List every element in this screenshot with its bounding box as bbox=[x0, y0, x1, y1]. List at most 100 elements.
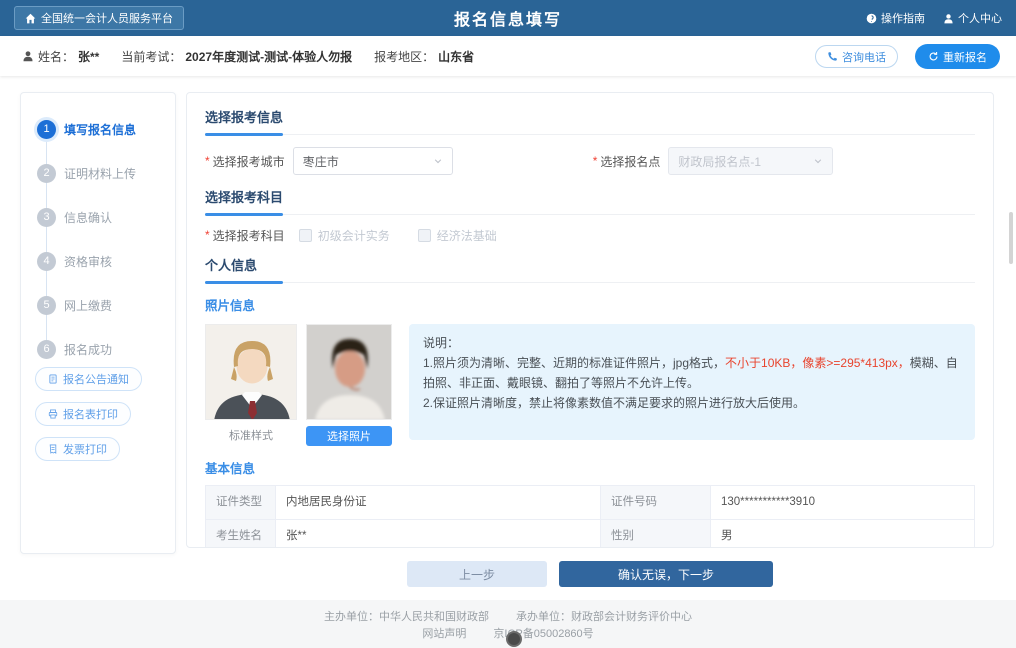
section-exam-info-title: 选择报考信息 bbox=[205, 107, 975, 135]
basic-info-table: 证件类型 内地居民身份证 证件号码 130***********3910 考生姓… bbox=[205, 485, 975, 548]
sample-photo-caption: 标准样式 bbox=[205, 427, 297, 443]
exam-location-row: * 选择报考城市 枣庄市 * 选择报名点 财政局报名点-1 bbox=[205, 147, 975, 175]
subject-checkbox-practice[interactable]: 初级会计实务 bbox=[299, 227, 390, 244]
step-number: 6 bbox=[37, 340, 56, 359]
previous-step-button[interactable]: 上一步 bbox=[407, 561, 547, 587]
chevron-down-icon bbox=[813, 156, 823, 166]
user-photo bbox=[306, 324, 392, 420]
re-register-label: 重新报名 bbox=[943, 49, 987, 65]
table-label: 考生姓名 bbox=[206, 520, 276, 548]
site-statement-link[interactable]: 网站声明 bbox=[422, 628, 466, 640]
step-confirm-info[interactable]: 3 信息确认 bbox=[37, 195, 136, 239]
subject-checkbox-economic-law[interactable]: 经济法基础 bbox=[418, 227, 497, 244]
step-list: 1 填写报名信息 2 证明材料上传 3 信息确认 4 资格审核 5 网上缴费 6… bbox=[37, 107, 136, 371]
name-label: 姓名： bbox=[38, 48, 74, 65]
footer-orgs: 主办单位：中华人民共和国财政部 承办单位：财政部会计财务评价中心 bbox=[0, 609, 1016, 626]
guide-link[interactable]: 操作指南 bbox=[866, 10, 925, 26]
receipt-icon bbox=[48, 444, 58, 454]
site-label: 选择报名点 bbox=[600, 153, 660, 170]
consult-phone-label: 咨询电话 bbox=[842, 49, 886, 65]
confirm-next-button[interactable]: 确认无误，下一步 bbox=[559, 561, 773, 587]
user-info-bar: 姓名：张** 当前考试：2027年度测试-测试-体验人勿报 报考地区：山东省 咨… bbox=[0, 36, 1016, 76]
exam-label: 当前考试： bbox=[121, 48, 181, 65]
step-label: 资格审核 bbox=[64, 253, 112, 270]
city-select-value: 枣庄市 bbox=[303, 153, 339, 170]
printer-icon bbox=[48, 409, 58, 419]
photo-note-warning: 不小于10KB，像素>=295*413px， bbox=[725, 356, 910, 370]
photo-note-line1: 1.照片须为清晰、完整、近期的标准证件照片，jpg格式，不小于10KB，像素>=… bbox=[423, 353, 961, 393]
phone-icon bbox=[827, 51, 838, 62]
section-subject-title: 选择报考科目 bbox=[205, 187, 975, 215]
photo-note-box: 说明： 1.照片须为清晰、完整、近期的标准证件照片，jpg格式，不小于10KB，… bbox=[409, 324, 975, 440]
invoice-print-link[interactable]: 发票打印 bbox=[35, 437, 120, 461]
city-select[interactable]: 枣庄市 bbox=[293, 147, 453, 175]
refresh-icon bbox=[928, 51, 939, 62]
step-label: 报名成功 bbox=[64, 341, 112, 358]
table-label: 性别 bbox=[601, 520, 711, 548]
city-label: 选择报考城市 bbox=[213, 153, 285, 170]
consult-phone-button[interactable]: 咨询电话 bbox=[815, 45, 898, 68]
user-icon bbox=[22, 50, 34, 62]
region-label: 报考地区： bbox=[374, 48, 434, 65]
step-number: 1 bbox=[37, 120, 56, 139]
exam-value: 2027年度测试-测试-体验人勿报 bbox=[185, 48, 352, 65]
announcement-link[interactable]: 报名公告通知 bbox=[35, 367, 142, 391]
sample-photo bbox=[205, 324, 297, 420]
table-value: 男 bbox=[711, 520, 974, 548]
step-number: 5 bbox=[37, 296, 56, 315]
section-personal-title: 个人信息 bbox=[205, 255, 975, 283]
personal-center-link[interactable]: 个人中心 bbox=[943, 10, 1002, 26]
print-form-link[interactable]: 报名表打印 bbox=[35, 402, 131, 426]
checkbox-icon bbox=[299, 229, 312, 242]
bottom-action-bar: 上一步 确认无误，下一步 bbox=[186, 561, 994, 587]
photo-info-title: 照片信息 bbox=[205, 295, 975, 314]
invoice-print-label: 发票打印 bbox=[63, 441, 107, 457]
page-scrollbar[interactable] bbox=[1009, 212, 1013, 264]
table-value: 130***********3910 bbox=[711, 486, 974, 520]
announcement-label: 报名公告通知 bbox=[63, 371, 129, 387]
step-label: 网上缴费 bbox=[64, 297, 112, 314]
document-icon bbox=[48, 374, 58, 384]
step-qualification-review[interactable]: 4 资格审核 bbox=[37, 239, 136, 283]
step-number: 3 bbox=[37, 208, 56, 227]
chevron-down-icon bbox=[433, 156, 443, 166]
checkbox-icon bbox=[418, 229, 431, 242]
table-label: 证件类型 bbox=[206, 486, 276, 520]
person-icon bbox=[943, 13, 954, 24]
platform-name: 全国统一会计人员服务平台 bbox=[41, 10, 173, 26]
steps-sidebar: 1 填写报名信息 2 证明材料上传 3 信息确认 4 资格审核 5 网上缴费 6… bbox=[20, 92, 176, 554]
table-value: 张** bbox=[276, 520, 601, 548]
user-photo-card: 选择照片 bbox=[301, 324, 393, 446]
step-upload-materials[interactable]: 2 证明材料上传 bbox=[37, 151, 136, 195]
required-mark: * bbox=[205, 154, 210, 168]
required-mark: * bbox=[593, 154, 598, 168]
step-number: 2 bbox=[37, 164, 56, 183]
user-info: 姓名：张** 当前考试：2027年度测试-测试-体验人勿报 报考地区：山东省 bbox=[22, 36, 474, 76]
footer-emblem-icon bbox=[506, 631, 522, 647]
step-label: 信息确认 bbox=[64, 209, 112, 226]
subject-row: * 选择报考科目 初级会计实务 经济法基础 bbox=[205, 227, 975, 243]
home-icon bbox=[25, 13, 36, 24]
guide-icon bbox=[866, 13, 877, 24]
site-select-value: 财政局报名点-1 bbox=[678, 153, 761, 170]
guide-label: 操作指南 bbox=[881, 10, 925, 26]
undertake-org: 承办单位：财政部会计财务评价中心 bbox=[516, 611, 692, 623]
step-success[interactable]: 6 报名成功 bbox=[37, 327, 136, 371]
app-header: 全国统一会计人员服务平台 报名信息填写 操作指南 个人中心 bbox=[0, 0, 1016, 36]
table-label: 证件号码 bbox=[601, 486, 711, 520]
side-link-list: 报名公告通知 报名表打印 发票打印 bbox=[35, 367, 142, 472]
name-value: 张** bbox=[78, 48, 99, 65]
sample-photo-card: 标准样式 bbox=[205, 324, 297, 446]
print-form-label: 报名表打印 bbox=[63, 406, 118, 422]
photo-note-line2: 2.保证照片清晰度，禁止将像素数值不满足要求的照片进行放大后使用。 bbox=[423, 393, 961, 413]
photo-note-title: 说明： bbox=[423, 333, 961, 353]
home-platform-button[interactable]: 全国统一会计人员服务平台 bbox=[14, 6, 184, 30]
site-select[interactable]: 财政局报名点-1 bbox=[668, 147, 833, 175]
re-register-button[interactable]: 重新报名 bbox=[915, 44, 1000, 69]
subject-checkbox-label: 初级会计实务 bbox=[318, 227, 390, 244]
step-number: 4 bbox=[37, 252, 56, 271]
basic-info-title: 基本信息 bbox=[205, 458, 975, 477]
step-online-payment[interactable]: 5 网上缴费 bbox=[37, 283, 136, 327]
choose-photo-button[interactable]: 选择照片 bbox=[306, 426, 392, 446]
step-fill-info[interactable]: 1 填写报名信息 bbox=[37, 107, 136, 151]
